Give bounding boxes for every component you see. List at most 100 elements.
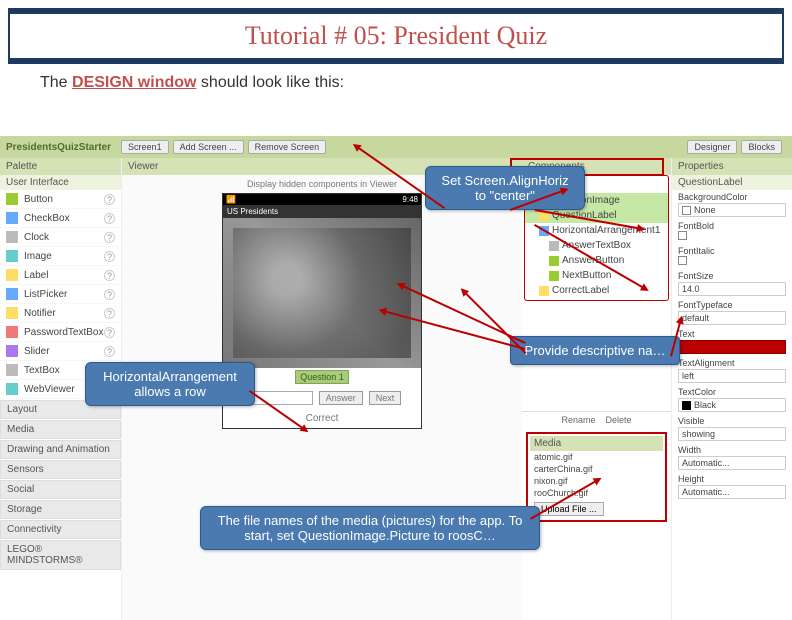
fontbold-checkbox[interactable] <box>678 231 687 240</box>
button-icon <box>6 193 18 205</box>
blocks-tab[interactable]: Blocks <box>741 140 782 154</box>
palette-category[interactable]: Media <box>0 420 121 439</box>
question-image <box>223 218 421 368</box>
upload-file-button[interactable]: Upload File ... <box>534 502 604 516</box>
palette-item[interactable]: Slider? <box>0 342 121 361</box>
palette-item[interactable]: ListPicker? <box>0 285 121 304</box>
palette-label: Label <box>24 270 48 281</box>
textbox-icon <box>549 241 559 251</box>
button-icon <box>549 271 559 281</box>
help-icon[interactable]: ? <box>104 346 115 357</box>
media-file[interactable]: nixon.gif <box>530 475 663 487</box>
screen-selector[interactable]: Screen1 <box>121 140 169 154</box>
properties-title: QuestionLabel <box>672 175 792 190</box>
media-file[interactable]: atomic.gif <box>530 451 663 463</box>
clock-icon <box>6 231 18 243</box>
next-button-preview[interactable]: Next <box>369 391 402 405</box>
slide-title: Tutorial # 05: President Quiz <box>245 21 547 51</box>
prop-label: BackgroundColor <box>678 192 786 202</box>
text-value[interactable] <box>678 340 786 354</box>
color-swatch-icon <box>682 206 691 215</box>
remove-screen-button[interactable]: Remove Screen <box>248 140 327 154</box>
palette-item[interactable]: CheckBox? <box>0 209 121 228</box>
callout-horizontal: HorizontalArrangement allows a row <box>85 362 255 406</box>
title-inner: Tutorial # 05: President Quiz <box>10 14 782 58</box>
add-screen-button[interactable]: Add Screen ... <box>173 140 244 154</box>
tree-item[interactable]: HorizontalArrangement1 <box>525 223 668 238</box>
palette-category[interactable]: Social <box>0 480 121 499</box>
checkbox-icon <box>6 212 18 224</box>
palette-item[interactable]: Label? <box>0 266 121 285</box>
prop-label: Visible <box>678 416 786 426</box>
palette-category[interactable]: Drawing and Animation <box>0 440 121 459</box>
button-icon <box>549 256 559 266</box>
prop-label: Width <box>678 445 786 455</box>
palette-label: Button <box>24 194 53 205</box>
callout-align: Set Screen.AlignHoriz to "center" <box>425 166 585 210</box>
height-value[interactable]: Automatic... <box>678 485 786 499</box>
correct-label: Correct <box>223 409 421 428</box>
slider-icon <box>6 345 18 357</box>
help-icon[interactable]: ? <box>104 213 115 224</box>
notifier-icon <box>6 307 18 319</box>
caption: The DESIGN window should look like this: <box>0 64 792 98</box>
help-icon[interactable]: ? <box>104 232 115 243</box>
layout-icon <box>539 226 549 236</box>
project-name: PresidentsQuizStarter <box>6 142 111 153</box>
align-value[interactable]: left <box>678 369 786 383</box>
palette-category[interactable]: Storage <box>0 500 121 519</box>
designer-tab[interactable]: Designer <box>687 140 737 154</box>
palette-category[interactable]: LEGO® MINDSTORMS® <box>0 540 121 570</box>
delete-button[interactable]: Delete <box>606 415 632 425</box>
textcolor-value[interactable]: Black <box>678 398 786 412</box>
color-swatch-icon <box>682 401 691 410</box>
tree-item[interactable]: AnswerTextBox <box>525 238 668 253</box>
width-value[interactable]: Automatic... <box>678 456 786 470</box>
help-icon[interactable]: ? <box>104 251 115 262</box>
prop-label: FontBold <box>678 221 786 231</box>
tree-item[interactable]: NextButton <box>525 268 668 283</box>
palette-item[interactable]: Image? <box>0 247 121 266</box>
help-icon[interactable]: ? <box>104 194 115 205</box>
palette-category[interactable]: Connectivity <box>0 520 121 539</box>
label-icon <box>6 269 18 281</box>
tree-label: QuestionLabel <box>552 210 617 221</box>
prop-label: TextAlignment <box>678 358 786 368</box>
properties-column: Properties QuestionLabel BackgroundColor… <box>672 158 792 620</box>
app-title: US Presidents <box>223 205 421 218</box>
fontitalic-checkbox[interactable] <box>678 256 687 265</box>
palette-header: Palette <box>0 158 121 175</box>
answer-button-preview[interactable]: Answer <box>319 391 363 405</box>
help-icon[interactable]: ? <box>104 327 115 338</box>
label-icon <box>539 211 549 221</box>
prop-label: FontSize <box>678 271 786 281</box>
palette-item[interactable]: Clock? <box>0 228 121 247</box>
textbox-icon <box>6 364 18 376</box>
tree-item[interactable]: CorrectLabel <box>525 283 668 298</box>
bgcolor-value[interactable]: None <box>678 203 786 217</box>
help-icon[interactable]: ? <box>104 308 115 319</box>
tree-item[interactable]: AnswerButton <box>525 253 668 268</box>
media-file[interactable]: rooChurch.gif <box>530 487 663 499</box>
prop-label: FontItalic <box>678 246 786 256</box>
help-icon[interactable]: ? <box>104 289 115 300</box>
palette-label: ListPicker <box>24 289 67 300</box>
caption-prefix: The <box>40 74 72 91</box>
rename-button[interactable]: Rename <box>561 415 595 425</box>
palette-item[interactable]: PasswordTextBox? <box>0 323 121 342</box>
tree-item[interactable]: QuestionLabel <box>525 208 668 223</box>
media-header: Media <box>530 436 663 451</box>
prop-value-text: Black <box>694 400 716 410</box>
palette-item[interactable]: Notifier? <box>0 304 121 323</box>
title-bar: Tutorial # 05: President Quiz <box>8 8 784 64</box>
palette-item[interactable]: Button? <box>0 190 121 209</box>
visible-value[interactable]: showing <box>678 427 786 441</box>
webviewer-icon <box>6 383 18 395</box>
palette-category[interactable]: Sensors <box>0 460 121 479</box>
image-icon <box>6 250 18 262</box>
media-file[interactable]: carterChina.gif <box>530 463 663 475</box>
tree-label: CorrectLabel <box>552 285 609 296</box>
help-icon[interactable]: ? <box>104 270 115 281</box>
fontsize-value[interactable]: 14.0 <box>678 282 786 296</box>
typeface-value[interactable]: default <box>678 311 786 325</box>
